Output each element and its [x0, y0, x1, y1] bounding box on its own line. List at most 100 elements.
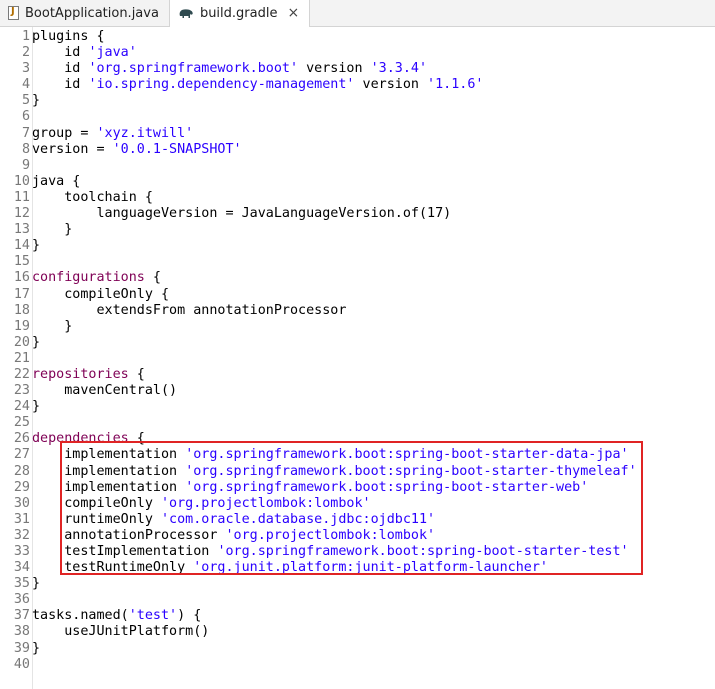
code-line[interactable]: 5} [0, 93, 715, 109]
code-line[interactable]: 18 extendsFrom annotationProcessor [0, 303, 715, 319]
code-line[interactable]: 3 id 'org.springframework.boot' version … [0, 61, 715, 77]
code-line[interactable]: 31 runtimeOnly 'com.oracle.database.jdbc… [0, 512, 715, 528]
code-line[interactable]: 35} [0, 576, 715, 592]
code-line[interactable]: 20} [0, 335, 715, 351]
string-literal: 'org.springframework.boot:spring-boot-st… [185, 479, 589, 495]
line-text: tasks.named('test') { [32, 608, 201, 624]
line-text: } [32, 319, 72, 335]
string-literal: 'org.junit.platform:junit-platform-launc… [193, 560, 548, 576]
code-line[interactable]: 1 plugins { [0, 29, 715, 45]
line-text: } [32, 399, 40, 415]
code-line[interactable]: 32 annotationProcessor 'org.projectlombo… [0, 528, 715, 544]
line-text: plugins { [32, 29, 105, 45]
code-line[interactable]: 39} [0, 641, 715, 657]
code-line[interactable]: 29 implementation 'org.springframework.b… [0, 480, 715, 496]
close-icon[interactable]: × [287, 5, 299, 21]
line-number: 15 [13, 254, 30, 270]
code-line[interactable]: 27 implementation 'org.springframework.b… [0, 447, 715, 463]
code-line[interactable]: 6 [0, 109, 715, 125]
code-line[interactable]: 9 [0, 158, 715, 174]
code-token: } [32, 399, 41, 415]
string-literal: 'com.oracle.database.jdbc:ojdbc11' [161, 511, 436, 527]
string-literal: '1.1.6' [427, 77, 484, 93]
code-line[interactable]: 13 } [0, 222, 715, 238]
line-number: 35 [13, 576, 30, 592]
line-text: dependencies { [32, 431, 145, 447]
string-literal: 'xyz.itwill' [96, 125, 194, 141]
line-number: 7 [21, 125, 30, 141]
tab-label: BootApplication.java [25, 5, 159, 21]
string-literal: 'org.projectlombok:lombok' [161, 495, 371, 511]
keyword: dependencies [32, 431, 129, 447]
code-line[interactable]: 7 group = 'xyz.itwill' [0, 126, 715, 142]
code-token: useJUnitPlatform() [32, 624, 210, 640]
code-line[interactable]: 24} [0, 399, 715, 415]
line-text: compileOnly 'org.projectlombok:lombok' [32, 495, 371, 512]
line-number: 3 [21, 61, 30, 77]
code-line[interactable]: 10 java { [0, 174, 715, 190]
line-number: 8 [21, 141, 30, 157]
line-number: 33 [13, 544, 30, 559]
line-text: toolchain { [32, 190, 153, 206]
line-number: 31 [13, 511, 30, 527]
code-line[interactable]: 19 } [0, 319, 715, 335]
line-number: 29 [13, 479, 30, 495]
code-line[interactable]: 15 [0, 254, 715, 270]
tab-boot-application[interactable]: BootApplication.java [0, 0, 170, 26]
line-number: 37 [13, 608, 30, 624]
line-text: implementation 'org.springframework.boot… [32, 480, 588, 496]
line-number: 13 [13, 222, 30, 238]
code-editor[interactable]: 1 plugins {2 id 'java' 3 id 'org.springfra… [0, 27, 715, 689]
string-literal: 'org.projectlombok:lombok' [225, 527, 436, 543]
code-line[interactable]: 2 id 'java' [0, 45, 715, 61]
code-line[interactable]: 21 [0, 351, 715, 367]
code-token: implementation [32, 463, 186, 479]
code-line[interactable]: 11 toolchain { [0, 190, 715, 206]
line-number: 4 [21, 77, 30, 93]
code-line[interactable]: 25 [0, 415, 715, 431]
code-line[interactable]: 4 id 'io.spring.dependency-management' v… [0, 77, 715, 93]
line-text: implementation 'org.springframework.boot… [32, 463, 636, 480]
code-token: id [32, 77, 89, 93]
line-number: 25 [13, 415, 30, 431]
line-number: 16 [13, 270, 30, 286]
code-line[interactable]: 23 mavenCentral() [0, 383, 715, 399]
code-line[interactable]: 37 tasks.named('test') { [0, 608, 715, 624]
code-line[interactable]: 8 version = '0.0.1-SNAPSHOT' [0, 142, 715, 158]
code-token: implementation [32, 479, 186, 495]
code-line[interactable]: 40 [0, 657, 715, 673]
code-line[interactable]: 28 implementation 'org.springframework.b… [0, 464, 715, 480]
code-area[interactable]: 1 plugins {2 id 'java' 3 id 'org.springfra… [0, 29, 715, 673]
line-text: } [32, 93, 40, 109]
code-token: } [32, 238, 41, 254]
line-text: repositories { [32, 367, 145, 383]
line-number: 36 [13, 592, 30, 608]
code-line[interactable]: 26 dependencies { [0, 431, 715, 447]
code-line[interactable]: 14} [0, 238, 715, 254]
code-line[interactable]: 16 configurations { [0, 270, 715, 286]
code-line[interactable]: 22 repositories { [0, 367, 715, 383]
line-number: 34 [13, 560, 30, 576]
line-text: extendsFrom annotationProcessor [32, 303, 346, 319]
line-number: 22 [13, 366, 30, 382]
code-line[interactable]: 36 [0, 592, 715, 608]
code-line[interactable]: 12 languageVersion = JavaLanguageVersion… [0, 206, 715, 222]
line-number: 26 [13, 431, 30, 447]
tab-label: build.gradle [199, 5, 278, 21]
code-line[interactable]: 34 testRuntimeOnly 'org.junit.platform:j… [0, 560, 715, 576]
code-line[interactable]: 17 compileOnly { [0, 287, 715, 303]
line-text: useJUnitPlatform() [32, 624, 209, 640]
code-token: ) { [177, 608, 202, 624]
code-token: } [32, 334, 41, 350]
code-line[interactable]: 38 useJUnitPlatform() [0, 624, 715, 640]
code-line[interactable]: 33 testImplementation 'org.springframewo… [0, 544, 715, 560]
string-literal: 'java' [88, 45, 137, 61]
string-literal: '3.3.4' [370, 61, 428, 77]
code-line[interactable]: 30 compileOnly 'org.projectlombok:lombok… [0, 496, 715, 512]
line-number: 14 [13, 238, 30, 254]
code-token: runtimeOnly [32, 511, 161, 527]
tab-build-gradle[interactable]: build.gradle × [169, 0, 311, 27]
code-token: java { [32, 173, 81, 189]
line-number: 30 [13, 495, 30, 511]
line-text: annotationProcessor 'org.projectlombok:l… [32, 528, 435, 544]
